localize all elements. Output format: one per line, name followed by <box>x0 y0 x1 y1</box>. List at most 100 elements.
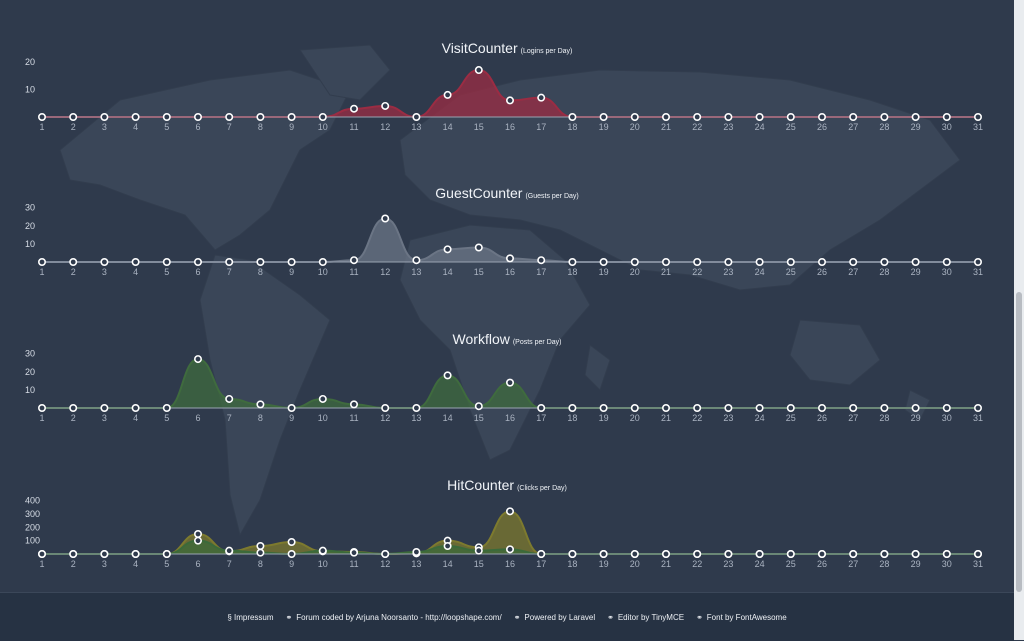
x-tick-label: 6 <box>195 559 200 569</box>
data-point <box>37 404 46 413</box>
data-point <box>69 258 78 267</box>
data-point <box>474 66 483 75</box>
data-point <box>256 258 265 267</box>
x-tick-label: 28 <box>879 267 889 277</box>
chart-plot: 1020301 2 3 4 5 6 7 8 9 10 11 12 13 14 15 16 17 18 19 20 21 2… <box>25 203 983 277</box>
x-tick-label: 9 <box>289 122 294 132</box>
x-tick-label: 19 <box>599 122 609 132</box>
impressum-link-label: § Impressum <box>227 612 274 622</box>
scrollbar-thumb[interactable] <box>1016 292 1022 592</box>
x-tick-label: 12 <box>380 413 390 423</box>
x-tick-label: 5 <box>164 267 169 277</box>
x-tick-label: 20 <box>630 267 640 277</box>
data-point <box>287 258 296 267</box>
data-point <box>661 258 670 267</box>
x-tick-label: 13 <box>411 122 421 132</box>
x-tick-label: 16 <box>505 413 515 423</box>
x-tick-label: 15 <box>474 267 484 277</box>
vertical-scrollbar[interactable] <box>1014 0 1024 640</box>
fontawesome-link[interactable]: ⚭ Font by FontAwesome <box>696 613 787 622</box>
data-point <box>37 113 46 122</box>
data-point <box>755 258 764 267</box>
x-tick-label: 31 <box>973 122 983 132</box>
forum-credit-link[interactable]: ⚭ Forum coded by Arjuna Noorsanto - http… <box>286 613 502 622</box>
x-tick-label: 13 <box>411 559 421 569</box>
x-tick-label: 2 <box>71 559 76 569</box>
x-tick-label: 15 <box>474 413 484 423</box>
x-tick-label: 25 <box>786 413 796 423</box>
fontawesome-link-label: Font by FontAwesome <box>706 612 787 622</box>
data-point <box>194 529 203 538</box>
x-tick-label: 27 <box>848 559 858 569</box>
x-tick-label: 27 <box>848 122 858 132</box>
y-tick-label: 300 <box>25 509 40 519</box>
data-point <box>942 258 951 267</box>
x-tick-label: 23 <box>723 122 733 132</box>
x-tick-label: 8 <box>258 559 263 569</box>
y-tick-label: 10 <box>25 239 35 249</box>
x-tick-label: 9 <box>289 559 294 569</box>
x-tick-label: 29 <box>911 559 921 569</box>
data-point <box>880 258 889 267</box>
impressum-link[interactable]: § Impressum <box>227 613 273 622</box>
data-point <box>693 113 702 122</box>
x-tick-label: 27 <box>848 413 858 423</box>
x-tick-label: 2 <box>71 413 76 423</box>
x-tick-label: 26 <box>817 413 827 423</box>
data-point <box>724 113 733 122</box>
data-point <box>568 258 577 267</box>
data-point <box>693 404 702 413</box>
x-tick-label: 30 <box>942 559 952 569</box>
laravel-link[interactable]: ⚭ Powered by Laravel <box>514 613 595 622</box>
data-point <box>911 550 920 559</box>
x-tick-label: 9 <box>289 413 294 423</box>
x-tick-label: 3 <box>102 559 107 569</box>
data-point <box>537 256 546 265</box>
x-tick-label: 28 <box>879 122 889 132</box>
x-tick-label: 24 <box>755 122 765 132</box>
data-point <box>568 404 577 413</box>
x-tick-label: 10 <box>318 559 328 569</box>
x-tick-label: 30 <box>942 267 952 277</box>
data-point <box>412 404 421 413</box>
data-point <box>100 550 109 559</box>
x-tick-label: 25 <box>786 559 796 569</box>
x-tick-label: 21 <box>661 413 671 423</box>
data-point <box>474 243 483 252</box>
y-tick-label: 10 <box>25 84 35 94</box>
x-tick-label: 26 <box>817 122 827 132</box>
y-tick-label: 30 <box>25 349 35 359</box>
x-tick-label: 4 <box>133 122 138 132</box>
data-point <box>256 548 265 557</box>
x-tick-label: 16 <box>505 267 515 277</box>
data-point <box>381 214 390 223</box>
tinymce-link-label: Editor by TinyMCE <box>617 612 685 622</box>
x-tick-label: 6 <box>195 122 200 132</box>
x-tick-label: 19 <box>599 413 609 423</box>
x-tick-label: 22 <box>692 122 702 132</box>
data-point <box>225 394 234 403</box>
data-point <box>505 254 514 263</box>
data-point <box>100 258 109 267</box>
x-tick-label: 3 <box>102 413 107 423</box>
x-tick-label: 30 <box>942 122 952 132</box>
data-point <box>786 113 795 122</box>
x-tick-label: 29 <box>911 122 921 132</box>
data-point <box>287 404 296 413</box>
data-point <box>69 113 78 122</box>
data-point <box>443 371 452 380</box>
y-tick-label: 30 <box>25 203 35 213</box>
x-tick-label: 22 <box>692 559 702 569</box>
data-point <box>911 113 920 122</box>
data-point <box>973 404 982 413</box>
x-tick-label: 11 <box>349 559 358 569</box>
data-point <box>256 113 265 122</box>
x-tick-label: 23 <box>723 559 733 569</box>
data-point <box>849 404 858 413</box>
x-tick-label: 14 <box>443 267 453 277</box>
tinymce-link[interactable]: ⚭ Editor by TinyMCE <box>607 613 684 622</box>
data-point <box>973 550 982 559</box>
y-tick-label: 100 <box>25 536 40 546</box>
data-point <box>786 404 795 413</box>
hit-counter-chart: HitCounter (Clicks per Day) 100 200 300 400 1… <box>0 472 1014 582</box>
